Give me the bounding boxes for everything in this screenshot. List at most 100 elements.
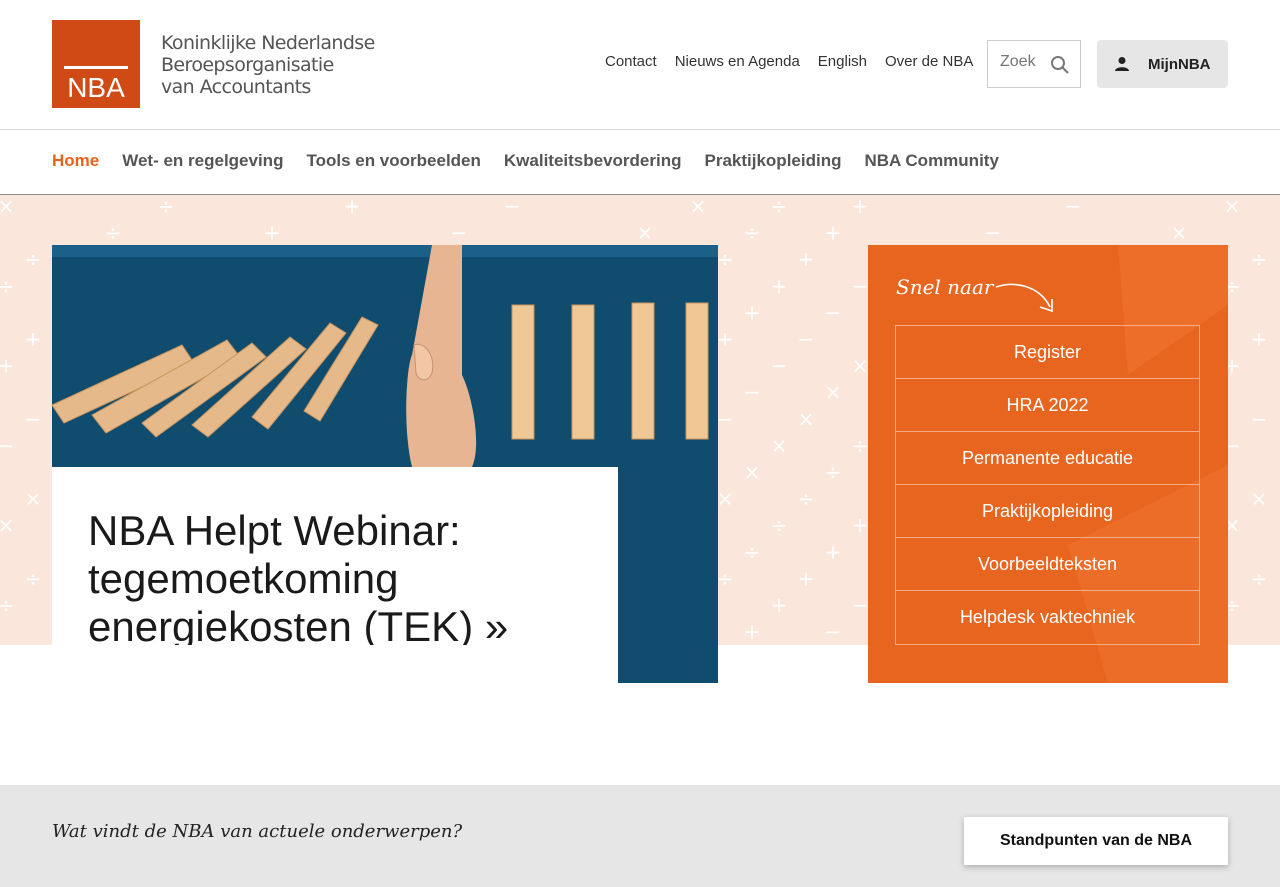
svg-text:−: − [504, 195, 521, 218]
svg-text:+: + [0, 354, 14, 378]
svg-text:÷: ÷ [825, 460, 842, 484]
svg-text:−: − [798, 327, 815, 351]
org-name-line: van Accountants [161, 76, 311, 98]
svg-text:÷: ÷ [771, 195, 788, 218]
quick-link-hra[interactable]: HRA 2022 [896, 379, 1199, 432]
standpunten-button[interactable]: Standpunten van de NBA [964, 817, 1228, 865]
svg-text:+: + [798, 247, 815, 271]
quick-links-list: Register HRA 2022 Permanente educatie Pr… [895, 325, 1200, 645]
quick-link-praktijkopleiding[interactable]: Praktijkopleiding [896, 485, 1199, 538]
site-header: NBA Koninklijke Nederlandse Beroepsorgan… [0, 0, 1280, 130]
nav-item-home[interactable]: Home [52, 151, 99, 171]
svg-text:÷: ÷ [771, 513, 788, 537]
svg-text:÷: ÷ [717, 566, 734, 590]
nav-item-community[interactable]: NBA Community [864, 151, 998, 171]
svg-text:÷: ÷ [1251, 247, 1268, 271]
util-link-nieuws[interactable]: Nieuws en Agenda [675, 53, 800, 70]
svg-text:−: − [0, 433, 14, 457]
hero-title[interactable]: NBA Helpt Webinar: tegemoetkoming energi… [88, 507, 582, 651]
svg-text:×: × [0, 195, 14, 218]
svg-text:×: × [798, 407, 815, 431]
nba-logo[interactable]: NBA [52, 20, 140, 108]
svg-text:×: × [0, 513, 14, 537]
quick-link-register[interactable]: Register [896, 326, 1199, 379]
utility-nav: Contact Nieuws en Agenda English Over de… [605, 53, 991, 70]
nav-item-kwaliteitsbevordering[interactable]: Kwaliteitsbevordering [504, 151, 682, 171]
nav-item-wet-en-regelgeving[interactable]: Wet- en regelgeving [122, 151, 283, 171]
svg-text:÷: ÷ [0, 274, 14, 298]
search-input[interactable] [1000, 53, 1050, 71]
svg-text:×: × [825, 380, 842, 404]
quick-links-panel: Snel naar Register HRA 2022 Permanente e… [868, 245, 1228, 683]
svg-text:−: − [1065, 195, 1082, 218]
hero-card-extension [52, 645, 618, 683]
logo-text: NBA [67, 72, 125, 103]
svg-text:×: × [1251, 487, 1268, 511]
svg-text:+: + [744, 620, 761, 644]
svg-text:−: − [825, 620, 842, 644]
quick-link-helpdesk[interactable]: Helpdesk vaktechniek [896, 591, 1199, 644]
quick-link-permanente-educatie[interactable]: Permanente educatie [896, 432, 1199, 485]
svg-text:+: + [825, 221, 842, 245]
util-link-contact[interactable]: Contact [605, 53, 657, 70]
svg-text:÷: ÷ [1251, 566, 1268, 590]
svg-text:×: × [1224, 195, 1241, 218]
logo-divider [64, 66, 128, 69]
util-link-over[interactable]: Over de NBA [885, 53, 973, 70]
svg-text:÷: ÷ [25, 247, 42, 271]
mijn-nba-label: MijnNBA [1148, 55, 1211, 73]
svg-text:+: + [825, 540, 842, 564]
svg-text:+: + [771, 274, 788, 298]
svg-text:÷: ÷ [25, 566, 42, 590]
svg-text:÷: ÷ [105, 221, 122, 245]
svg-text:−: − [25, 407, 42, 431]
hero-card[interactable]: NBA Helpt Webinar: tegemoetkoming energi… [52, 467, 618, 650]
svg-text:÷: ÷ [158, 195, 175, 218]
svg-text:−: − [852, 274, 869, 298]
nav-item-tools[interactable]: Tools en voorbeelden [306, 151, 480, 171]
svg-text:×: × [690, 195, 707, 218]
svg-text:×: × [637, 221, 654, 245]
curved-arrow-icon [995, 283, 1053, 313]
org-name-line: Koninklijke Nederlandse [161, 32, 375, 54]
svg-text:÷: ÷ [744, 221, 761, 245]
user-icon [1115, 57, 1129, 71]
svg-text:−: − [451, 221, 468, 245]
svg-text:×: × [1171, 221, 1188, 245]
org-name-line: Beroepsorganisatie [161, 54, 334, 76]
svg-text:−: − [771, 354, 788, 378]
svg-text:×: × [717, 487, 734, 511]
svg-text:−: − [852, 593, 869, 617]
nav-item-praktijkopleiding[interactable]: Praktijkopleiding [705, 151, 842, 171]
svg-text:×: × [25, 487, 42, 511]
svg-text:÷: ÷ [744, 540, 761, 564]
main-nav: Home Wet- en regelgeving Tools en voorbe… [0, 130, 1280, 195]
svg-text:+: + [717, 327, 734, 351]
svg-text:+: + [852, 195, 869, 218]
svg-text:+: + [798, 566, 815, 590]
svg-text:−: − [744, 380, 761, 404]
svg-text:−: − [1251, 407, 1268, 431]
search-box [987, 40, 1081, 88]
svg-text:+: + [852, 513, 869, 537]
util-link-english[interactable]: English [818, 53, 867, 70]
organization-name[interactable]: Koninklijke Nederlandse Beroepsorganisat… [161, 32, 375, 98]
svg-text:−: − [717, 407, 734, 431]
svg-text:÷: ÷ [852, 433, 869, 457]
svg-text:÷: ÷ [0, 593, 14, 617]
svg-text:+: + [771, 593, 788, 617]
opinions-question: Wat vindt de NBA van actuele onderwerpen… [52, 821, 463, 842]
search-icon[interactable] [1050, 55, 1070, 75]
mijn-nba-button[interactable]: MijnNBA [1097, 40, 1228, 88]
svg-text:−: − [825, 300, 842, 324]
svg-text:+: + [344, 195, 361, 218]
svg-text:+: + [264, 221, 281, 245]
svg-text:×: × [744, 460, 761, 484]
quick-links-title: Snel naar [896, 275, 994, 299]
svg-text:−: − [985, 221, 1002, 245]
svg-text:+: + [744, 300, 761, 324]
quick-link-voorbeeldteksten[interactable]: Voorbeeldteksten [896, 538, 1199, 591]
svg-text:+: + [25, 327, 42, 351]
opinions-band: Wat vindt de NBA van actuele onderwerpen… [0, 785, 1280, 887]
svg-text:÷: ÷ [798, 487, 815, 511]
